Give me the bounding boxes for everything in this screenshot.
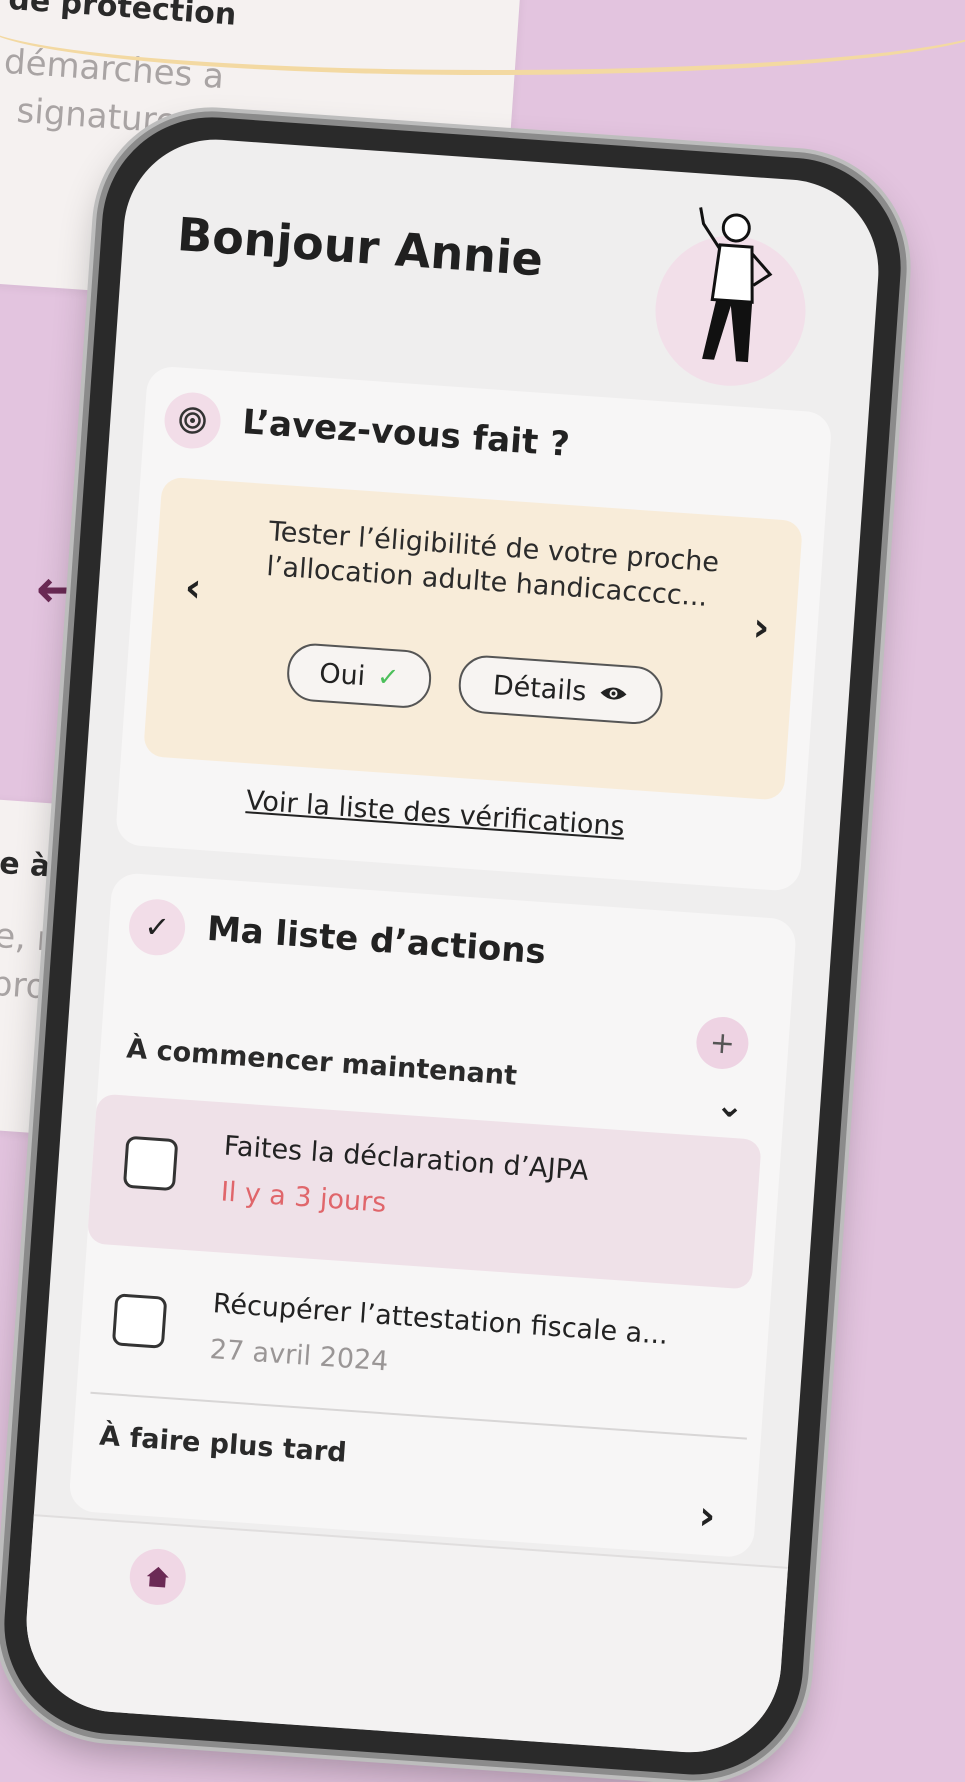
chevron-right-icon[interactable]: › <box>697 1493 717 1540</box>
yes-button-label: Oui <box>318 657 367 692</box>
yes-button[interactable]: Oui ✓ <box>285 641 433 710</box>
check-icon: ✓ <box>376 662 400 694</box>
actions-panel: ✓ Ma liste d’actions + À commencer maint… <box>68 872 798 1559</box>
avatar-illustration <box>699 207 773 363</box>
section-now-label: À commencer maintenant <box>125 1033 518 1092</box>
plus-icon: + <box>708 1024 737 1062</box>
details-button-label: Détails <box>491 669 588 708</box>
verification-card: ‹ Tester l’éligibilité de votre proche l… <box>143 476 803 801</box>
action-item-title: Faites la déclaration d’AJPA <box>222 1130 590 1187</box>
verification-title: L’avez-vous fait ? <box>241 402 571 465</box>
action-checkbox[interactable] <box>111 1293 168 1349</box>
action-item-date: 27 avril 2024 <box>208 1334 390 1378</box>
action-item-date: Il y a 3 jours <box>219 1176 388 1219</box>
check-icon: ✓ <box>127 897 187 958</box>
app-screen: Bonjour Annie L’avez-vous fait ? ‹ Teste… <box>20 133 885 1759</box>
eye-icon <box>600 687 627 700</box>
phone-frame: Bonjour Annie L’avez-vous fait ? ‹ Teste… <box>0 110 909 1782</box>
chevron-right-icon[interactable]: › <box>751 604 771 651</box>
verification-task-text: Tester l’éligibilité de votre proche l’a… <box>265 516 721 613</box>
details-button[interactable]: Détails <box>456 653 665 726</box>
greeting-title: Bonjour Annie <box>175 207 545 287</box>
chevron-down-icon[interactable]: ⌄ <box>714 1085 745 1127</box>
action-checkbox[interactable] <box>122 1135 179 1192</box>
actions-title: Ma liste d’actions <box>205 908 548 973</box>
add-action-button[interactable]: + <box>694 1015 751 1071</box>
verification-panel: L’avez-vous fait ? ‹ Tester l’éligibilit… <box>114 365 833 892</box>
chevron-left-icon[interactable]: ‹ <box>183 564 203 611</box>
home-icon[interactable] <box>127 1547 188 1607</box>
verification-list-link[interactable]: Voir la liste des vérifications <box>245 785 626 842</box>
section-later-label[interactable]: À faire plus tard <box>98 1421 347 1469</box>
target-icon <box>162 390 223 451</box>
